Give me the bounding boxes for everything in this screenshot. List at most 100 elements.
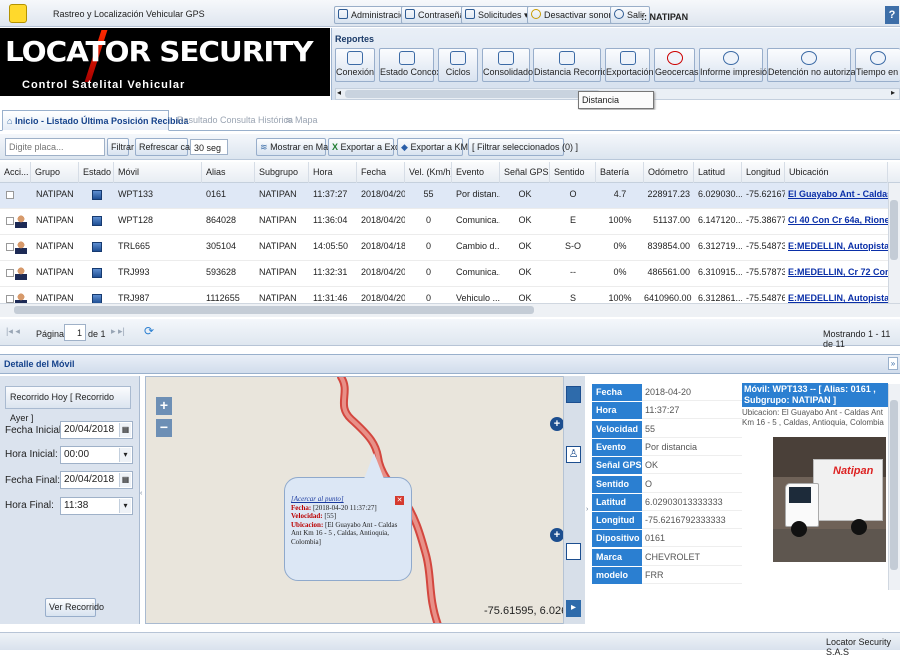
zoom-in-button[interactable]: + (156, 397, 172, 415)
splitter-handle[interactable]: › (586, 506, 588, 513)
vehicle-scroll-thumb[interactable] (890, 400, 898, 570)
person-tool-icon[interactable]: ♙ (566, 446, 581, 463)
cell-longitud: -75.57873... (746, 267, 785, 277)
kml-icon: ◆ (401, 142, 408, 152)
col-header-hora[interactable]: Hora (309, 162, 357, 183)
col-header-odometro[interactable]: Odómetro (644, 162, 694, 183)
cell-ubicacion[interactable]: E:MEDELLIN, Autopista Med (785, 235, 888, 261)
col-header-longitud[interactable]: Longitud (742, 162, 785, 183)
user-icon[interactable] (15, 267, 27, 280)
route-range-tab[interactable]: Recorrido Hoy [ Recorrido Ayer ] (5, 386, 131, 423)
hora-inicial-label: Hora Inicial: (5, 449, 58, 460)
col-header-senal-gps[interactable]: Señal GPS (500, 162, 550, 183)
refresh-icon[interactable]: ⟳ (144, 324, 154, 338)
tab-inicio[interactable]: ⌂ Inicio - Listado Última Posición Recib… (2, 110, 188, 131)
col-header-movil[interactable]: Móvil (114, 162, 202, 183)
cell-ubicacion[interactable]: Cl 40 Con Cr 64a, Rionegro, A (785, 209, 888, 235)
hora-inicial-field[interactable]: 00:00 ▾ (60, 446, 133, 464)
cell-ubicacion[interactable]: E:MEDELLIN, Cr 72 Con Cl 2 (785, 261, 888, 287)
fecha-final-field[interactable]: 20/04/2018 ▦ (60, 471, 133, 489)
chevron-down-icon[interactable]: ▾ (119, 448, 131, 462)
col-header-sentido[interactable]: Sentido (550, 162, 596, 183)
col-header-fecha[interactable]: Fecha (357, 162, 405, 183)
contrasena-button[interactable]: Contraseña (401, 6, 470, 24)
map-view[interactable]: + − [Acercar al punto] Fecha: [2018-04-2… (145, 376, 585, 624)
filter-selected-button[interactable]: [ Filtrar seleccionados (0) ] (468, 138, 578, 156)
export-kml-button[interactable]: ◆ Exportar a KML (397, 138, 473, 156)
fecha-inicial-field[interactable]: 20/04/2018 ▦ (60, 421, 133, 439)
next-tool-icon[interactable]: ▸ (566, 600, 581, 617)
cell-latitud: 6.029030... (698, 189, 742, 199)
filter-button[interactable]: Filtrar (107, 138, 134, 156)
refresh-button[interactable]: Refrescar cada (135, 138, 200, 156)
col-header-velocidad[interactable]: Vel. (Km/h) (405, 162, 452, 183)
truck-tool-icon[interactable] (566, 543, 581, 560)
report-geocercas-button[interactable]: Geocercas (654, 48, 699, 82)
reports-scroll-thumb[interactable] (345, 90, 600, 98)
user-icon[interactable] (15, 241, 27, 254)
col-header-alias[interactable]: Alias (202, 162, 255, 183)
first-page-icon[interactable]: |◂ ◂ (6, 326, 20, 337)
col-header-evento[interactable]: Evento (452, 162, 500, 183)
col-header-estado[interactable]: Estado ▾ (79, 162, 114, 183)
report-distancia-button[interactable]: Distancia Recorrida (533, 48, 613, 82)
table-row[interactable]: NATIPAN WPT128 864028 NATIPAN 11:36:04 2018/0… (0, 209, 888, 235)
report-tiempo-button[interactable]: Tiempo en D (855, 48, 900, 82)
popup-close-icon[interactable]: ✕ (395, 496, 404, 505)
cell-sentido: O (569, 189, 577, 199)
search-input[interactable] (5, 138, 105, 156)
cell-grupo: NATIPAN (36, 267, 74, 277)
export-excel-button[interactable]: X Exportar a Excel (328, 138, 407, 156)
row-checkbox[interactable] (6, 217, 14, 225)
solicitudes-button[interactable]: Solicitudes ▾ (461, 6, 534, 24)
row-checkbox[interactable] (6, 243, 14, 251)
grid-vertical-scroll-thumb[interactable] (890, 200, 898, 260)
report-estado-concox-button[interactable]: Estado Concox (379, 48, 441, 82)
scroll-right-icon[interactable]: ▸ (891, 88, 895, 97)
cell-ubicacion[interactable]: El Guayabo Ant - Caldas Ant (785, 183, 888, 209)
info-value: O (642, 475, 742, 493)
calendar-icon[interactable]: ▦ (119, 423, 131, 437)
col-header-ubicacion[interactable]: Ubicación (785, 162, 888, 183)
report-ciclos-button[interactable]: Ciclos (438, 48, 478, 82)
table-row[interactable]: NATIPAN WPT133 0161 NATIPAN 11:37:27 2018/04/… (0, 183, 888, 209)
row-checkbox[interactable] (6, 269, 14, 277)
cell-fecha: 2018/04/20 (361, 215, 405, 225)
col-header-acciones[interactable]: Acci... (0, 162, 31, 183)
calendar-icon[interactable]: ▦ (119, 473, 131, 487)
report-exportacion-button[interactable]: Exportación (605, 48, 654, 82)
report-impresion-button[interactable]: Informe impresión (699, 48, 772, 82)
col-header-bateria[interactable]: Batería (596, 162, 644, 183)
hora-final-field[interactable]: 11:38 ▾ (60, 497, 133, 515)
col-header-grupo[interactable]: Grupo (31, 162, 79, 183)
grid-horizontal-scroll-thumb[interactable] (14, 306, 534, 314)
table-row[interactable]: NATIPAN TRJ993 593628 NATIPAN 11:32:31 2018/0… (0, 261, 888, 287)
report-consolidado-button[interactable]: Consolidado (482, 48, 533, 82)
col-header-subgrupo[interactable]: Subgrupo (255, 162, 309, 183)
add-icon[interactable]: + (550, 417, 564, 431)
popup-zoom-link[interactable]: [Acercar al punto] (291, 495, 403, 504)
col-header-latitud[interactable]: Latitud (694, 162, 742, 183)
collapse-icon[interactable]: » (888, 357, 898, 370)
refresh-interval-select[interactable]: 30 seg ▾ (190, 139, 228, 169)
chevron-down-icon[interactable]: ▾ (119, 499, 131, 513)
table-row[interactable]: NATIPAN TRL665 305104 NATIPAN 14:05:50 2018/0… (0, 235, 888, 261)
user-icon[interactable] (15, 215, 27, 228)
next-page-icon[interactable]: ▸ ▸| (111, 326, 125, 337)
cell-evento: Comunica... (456, 215, 500, 225)
tab-historico[interactable]: Resultado Consulta Histórica (173, 110, 297, 131)
row-checkbox[interactable] (6, 295, 14, 303)
zoom-out-button[interactable]: − (156, 419, 172, 437)
page-input[interactable]: 1 (64, 324, 86, 341)
layers-tool-icon[interactable] (566, 386, 581, 403)
ver-recorrido-button[interactable]: Ver Recorrido (45, 598, 104, 617)
cell-fecha: 2018/04/18 (361, 241, 405, 251)
row-checkbox[interactable] (6, 191, 14, 199)
report-conexion-button[interactable]: Conexión (335, 48, 375, 82)
add-icon[interactable]: + (550, 528, 564, 542)
show-map-button[interactable]: ≋ Mostrar en Mapa (256, 138, 338, 156)
help-button[interactable]: ? (885, 6, 899, 24)
report-detencion-button[interactable]: Detención no autorizada (767, 48, 866, 82)
scroll-left-icon[interactable]: ◂ (337, 88, 341, 97)
tab-mapa[interactable]: ≋ Mapa (281, 110, 322, 131)
